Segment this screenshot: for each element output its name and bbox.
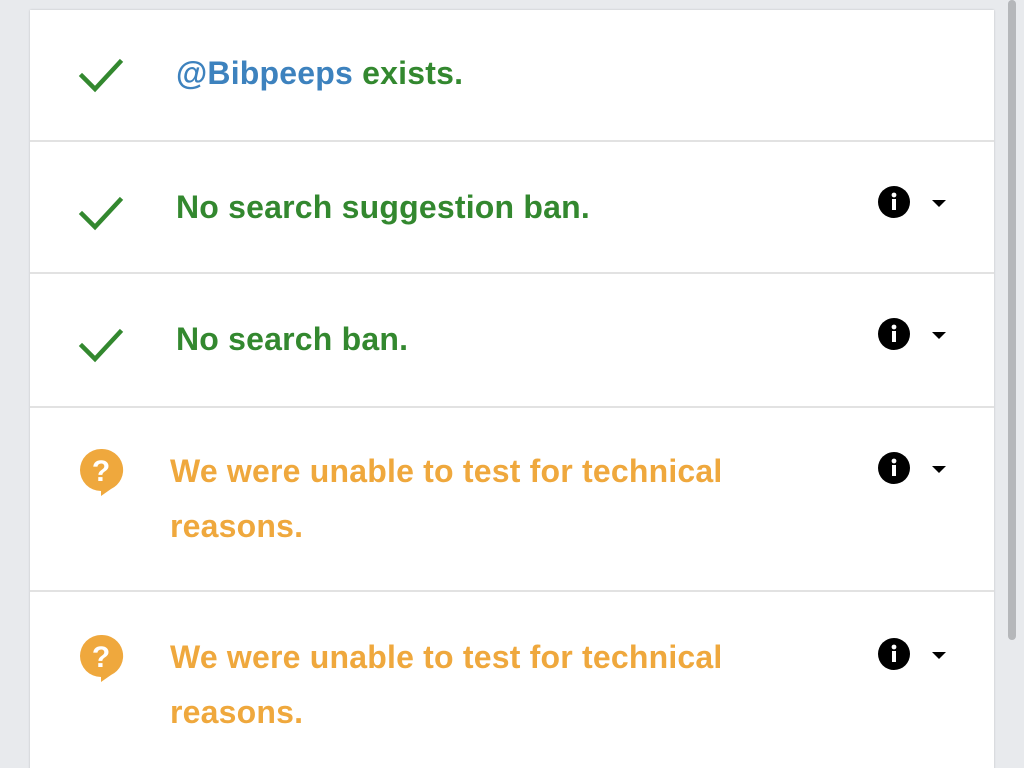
caret-down-icon[interactable]: [930, 462, 948, 474]
check-icon: [76, 320, 126, 370]
details-toggle[interactable]: [878, 452, 948, 484]
check-icon: [76, 188, 126, 238]
info-icon[interactable]: [878, 452, 910, 484]
question-bubble-icon: ?: [76, 446, 126, 496]
result-row-technical-2: ? We were unable to test for technical r…: [30, 592, 994, 768]
result-text: No search ban.: [176, 321, 409, 357]
details-toggle[interactable]: [878, 638, 948, 670]
page: @Bibpeeps exists. No search suggestion b…: [0, 0, 1024, 768]
result-text-suffix: exists.: [353, 55, 464, 91]
result-text: We were unable to test for technical rea…: [170, 639, 723, 730]
caret-down-icon[interactable]: [930, 328, 948, 340]
result-row-search-suggestion-ban: No search suggestion ban.: [30, 142, 994, 274]
account-handle[interactable]: @Bibpeeps: [176, 55, 353, 91]
check-icon: [76, 50, 126, 100]
result-row-technical-1: ? We were unable to test for technical r…: [30, 408, 994, 592]
result-text: No search suggestion ban.: [176, 189, 590, 225]
info-icon[interactable]: [878, 186, 910, 218]
info-icon[interactable]: [878, 318, 910, 350]
result-row-search-ban: No search ban.: [30, 274, 994, 408]
details-toggle[interactable]: [878, 186, 948, 218]
details-toggle[interactable]: [878, 318, 948, 350]
result-row-exists: @Bibpeeps exists.: [30, 10, 994, 142]
caret-down-icon[interactable]: [930, 196, 948, 208]
scrollbar-thumb[interactable]: [1008, 0, 1016, 640]
result-text: @Bibpeeps exists.: [176, 46, 463, 101]
question-bubble-icon: ?: [76, 632, 126, 682]
svg-text:?: ?: [92, 641, 110, 674]
result-text: We were unable to test for technical rea…: [170, 453, 723, 544]
scrollbar[interactable]: [1008, 0, 1016, 768]
results-card: @Bibpeeps exists. No search suggestion b…: [30, 10, 994, 768]
svg-text:?: ?: [92, 455, 110, 488]
caret-down-icon[interactable]: [930, 648, 948, 660]
info-icon[interactable]: [878, 638, 910, 670]
